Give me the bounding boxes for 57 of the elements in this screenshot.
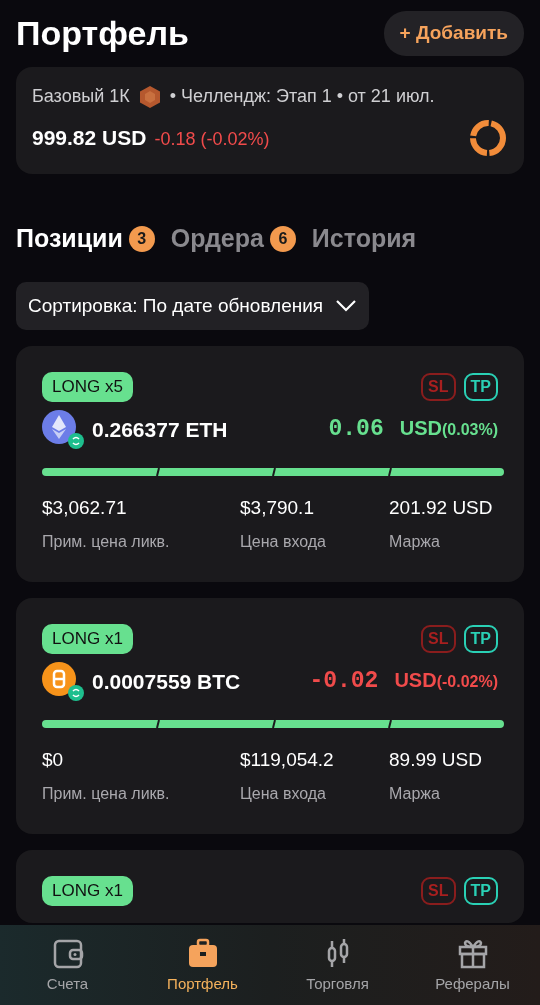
nav-tab[interactable]: Торговля (270, 925, 405, 1005)
donut-icon (468, 118, 508, 158)
add-button[interactable]: + Добавить (383, 11, 524, 56)
pnl-value: 0.06 (328, 415, 384, 445)
tab[interactable]: История (311, 220, 417, 258)
stop-loss-tag: SL (421, 372, 456, 401)
entry-price: $3,790.1 (240, 495, 315, 520)
sort-dropdown[interactable]: Сортировка: По дате обновления (16, 281, 370, 330)
coin-icon (42, 661, 84, 702)
margin-value: 89.99 USD (389, 747, 482, 772)
coin-icon (42, 409, 84, 450)
take-profit-tag: TP (463, 876, 498, 905)
tab[interactable]: Ордера 6 (170, 220, 296, 258)
gift-icon (456, 937, 489, 969)
wallet-icon (51, 937, 84, 969)
side-tag: LONG x1 (42, 876, 133, 906)
position-card[interactable]: LONG x1 SL TP 0.0007559 BTC -0.02 USD(-0.02%) $0 Прим. цена ликв. $119,054.2 Цена входа 89.99 USD Маржа (16, 598, 524, 834)
liquidation-label: Прим. цена ликв. (42, 784, 171, 804)
liquidation-label: Прим. цена ликв. (42, 532, 171, 552)
pnl-value: -0.02 (309, 667, 379, 697)
pnl-currency: USD (399, 416, 442, 442)
stop-loss-tag: SL (421, 876, 456, 905)
tab[interactable]: Позиции 3 (16, 220, 155, 258)
pnl-percent: (-0.02%) (436, 672, 498, 693)
stop-loss-tag: SL (421, 624, 456, 653)
margin-value: 201.92 USD (389, 495, 493, 520)
margin-label: Маржа (389, 532, 441, 552)
side-tag: LONG x1 (42, 624, 133, 654)
position-card[interactable]: LONG x1 SL TP (16, 850, 524, 923)
balance-change: -0.18 (-0.02%) (154, 128, 270, 152)
briefcase-icon (186, 937, 219, 969)
side-tag: LONG x5 (42, 372, 133, 402)
entry-label: Цена входа (240, 784, 327, 804)
count-badge: 3 (128, 225, 155, 252)
balance: 999.82 USD (32, 125, 147, 152)
pnl-currency: USD (394, 668, 437, 694)
account-card[interactable]: Базовый 1К • Челлендж: Этап 1 • от 21 июл. 999.82 USD -0.18 (-0.02%) (16, 67, 524, 174)
nav-tab[interactable]: Рефералы (405, 925, 540, 1005)
position-amount: 0.266377 ETH (92, 416, 228, 443)
take-profit-tag: TP (463, 624, 498, 653)
margin-label: Маржа (389, 784, 441, 804)
liquidation-price: $3,062.71 (42, 495, 128, 520)
position-amount: 0.0007559 BTC (92, 668, 241, 695)
pnl-percent: (0.03%) (441, 420, 498, 441)
entry-label: Цена входа (240, 532, 327, 552)
position-card[interactable]: LONG x5 SL TP 0.266377 ETH 0.06 USD(0.03%) $3,062.71 Прим. цена ликв. $3,790.1 Цена входа 201.92 USD Маржа (16, 346, 524, 582)
count-badge: 6 (269, 225, 296, 252)
badge-icon (137, 84, 162, 109)
nav-tab[interactable]: Портфель (135, 925, 270, 1005)
chevron-down-icon (335, 298, 358, 313)
plan-name: Базовый 1К (32, 85, 130, 108)
nav-tab[interactable]: Счета (0, 925, 135, 1005)
page-title: Портфель (16, 13, 189, 54)
take-profit-tag: TP (463, 372, 498, 401)
entry-price: $119,054.2 (240, 747, 335, 772)
liquidation-price: $0 (42, 747, 65, 772)
challenge-info: • Челлендж: Этап 1 • от 21 июл. (169, 85, 435, 108)
